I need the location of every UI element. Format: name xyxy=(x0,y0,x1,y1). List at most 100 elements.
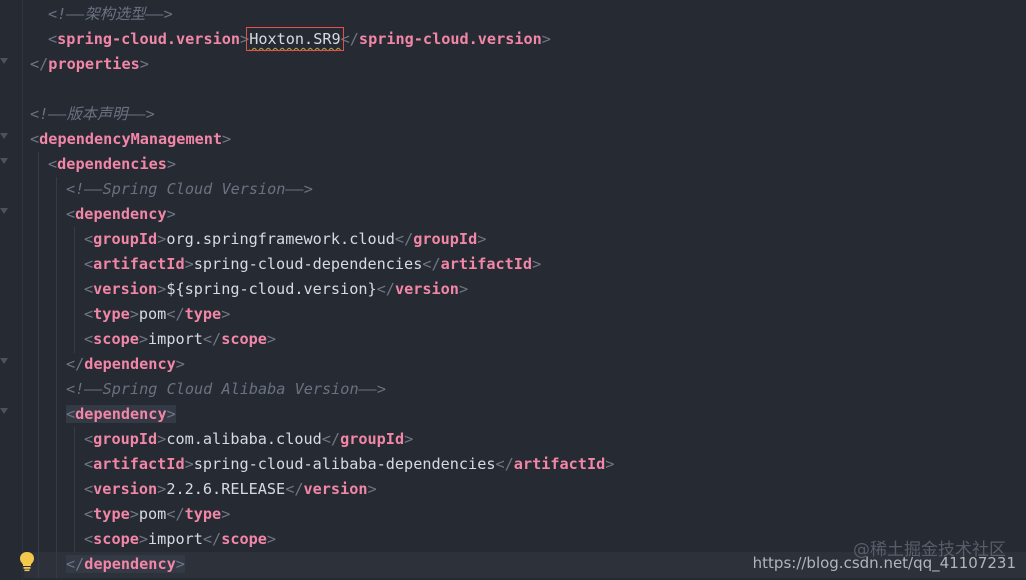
tag-name: dependency xyxy=(75,205,167,223)
tag-bracket: > xyxy=(404,430,414,448)
close-tag: </dependency> xyxy=(66,555,185,573)
open-tag: <dependency> xyxy=(66,405,176,423)
code-line[interactable]: <version>${spring-cloud.version}</versio… xyxy=(84,277,468,302)
tag-bracket: > xyxy=(222,130,232,148)
tag-name: type xyxy=(93,305,130,323)
xml-comment: <!——Spring Cloud Alibaba Version——> xyxy=(66,380,387,398)
code-line[interactable]: <type>pom</type> xyxy=(84,502,230,527)
code-line[interactable]: <dependency> xyxy=(66,202,176,227)
fold-arrow-icon[interactable] xyxy=(0,408,8,417)
tag-bracket: </ xyxy=(394,230,414,248)
code-line[interactable]: <version>2.2.6.RELEASE</version> xyxy=(84,477,377,502)
tag-value: ${spring-cloud.version} xyxy=(166,280,377,298)
tag-bracket: </ xyxy=(321,430,341,448)
fold-arrow-icon[interactable] xyxy=(0,58,8,67)
xml-comment: <!——版本声明——> xyxy=(30,105,155,123)
tag-bracket: > xyxy=(240,30,250,48)
tag-value: spring-cloud-dependencies xyxy=(193,255,423,273)
fold-arrow-icon[interactable] xyxy=(0,358,8,367)
tag-name: artifactId xyxy=(93,255,185,273)
code-line[interactable]: <!——Spring Cloud Version——> xyxy=(66,177,313,202)
tag-bracket: > xyxy=(138,530,149,548)
fold-arrow-icon[interactable] xyxy=(0,158,8,167)
tag-name: spring-cloud.version xyxy=(358,30,542,48)
code-line[interactable]: <artifactId>spring-cloud-dependencies</a… xyxy=(84,252,541,277)
code-line[interactable]: <scope>import</scope> xyxy=(84,327,276,352)
tag-name: type xyxy=(184,305,222,323)
tag-name: dependency xyxy=(84,555,176,573)
tag-bracket: > xyxy=(266,330,277,348)
tag-bracket: > xyxy=(129,305,139,323)
open-tag: <dependencyManagement> xyxy=(30,130,231,148)
tag-value: pom xyxy=(138,505,167,523)
tag-value: com.alibaba.cloud xyxy=(166,430,322,448)
tag-bracket: </ xyxy=(166,305,185,323)
code-line[interactable]: <dependency> xyxy=(66,402,176,427)
editor-gutter xyxy=(0,0,22,580)
code-line[interactable]: <dependencies> xyxy=(48,152,176,177)
tag-name: dependencies xyxy=(57,155,167,173)
tag-bracket: > xyxy=(367,480,377,498)
code-line[interactable]: </dependency> xyxy=(66,352,185,377)
tag-bracket: < xyxy=(84,330,94,348)
code-line[interactable]: </properties> xyxy=(30,52,149,77)
code-line[interactable]: <spring-cloud.version>Hoxton.SR9</spring… xyxy=(48,27,551,52)
code-line[interactable]: <!——版本声明——> xyxy=(30,102,155,127)
indent-guide xyxy=(56,177,57,578)
tag-bracket: > xyxy=(157,230,167,248)
tag-bracket: </ xyxy=(30,55,49,73)
tag-bracket: < xyxy=(84,505,94,523)
tag-name: type xyxy=(93,505,130,523)
tag-name: artifactId xyxy=(93,455,185,473)
tag-bracket: </ xyxy=(66,555,85,573)
tag-name: groupId xyxy=(93,230,158,248)
tag-bracket: < xyxy=(84,455,94,473)
fold-arrow-icon[interactable] xyxy=(0,208,8,217)
tag-name: version xyxy=(93,280,158,298)
fold-arrow-icon[interactable] xyxy=(0,133,8,142)
tag-value: spring-cloud-alibaba-dependencies xyxy=(193,455,496,473)
code-line[interactable]: <groupId>org.springframework.cloud</grou… xyxy=(84,227,486,252)
code-line[interactable]: <groupId>com.alibaba.cloud</groupId> xyxy=(84,427,413,452)
tag-value: org.springframework.cloud xyxy=(166,230,395,248)
tag-bracket: </ xyxy=(202,530,222,548)
lightbulb-icon[interactable] xyxy=(18,550,36,572)
code-line[interactable]: <artifactId > spring-cloud-alibaba-depende… xyxy=(84,452,614,477)
tag-bracket: > xyxy=(157,280,167,298)
tag-bracket: < xyxy=(84,255,94,273)
code-line[interactable]: <!——Spring Cloud Alibaba Version——> xyxy=(66,377,386,402)
tag-bracket: < xyxy=(48,155,58,173)
tag-name: dependency xyxy=(75,405,167,423)
tag-bracket: > xyxy=(221,305,231,323)
tag-name: version xyxy=(93,480,158,498)
tag-bracket: > xyxy=(458,280,469,298)
indent-guide xyxy=(74,427,75,553)
close-tag: </properties> xyxy=(30,55,149,73)
tag-name: scope xyxy=(221,530,267,548)
tag-bracket: > xyxy=(166,155,177,173)
tag-name: properties xyxy=(48,55,140,73)
tag-bracket: < xyxy=(66,405,76,423)
tag-name: scope xyxy=(93,330,139,348)
code-line[interactable]: <dependencyManagement> xyxy=(30,127,231,152)
close-tag: </dependency> xyxy=(66,355,185,373)
code-line[interactable]: </dependency> xyxy=(66,552,185,577)
code-line[interactable]: <type>pom</type> xyxy=(84,302,230,327)
tag-bracket: </ xyxy=(66,355,85,373)
code-line[interactable]: <scope>import</scope> xyxy=(84,527,276,552)
tag-bracket: < xyxy=(84,480,94,498)
tag-name: type xyxy=(184,505,222,523)
highlighted-version-value: Hoxton.SR9 xyxy=(246,27,344,51)
tag-name: groupId xyxy=(340,430,405,448)
tag-name: groupId xyxy=(413,230,478,248)
tag-bracket: > xyxy=(166,405,176,423)
tag-bracket: > xyxy=(266,530,277,548)
tag-bracket: > xyxy=(138,330,149,348)
tag-name: version xyxy=(394,280,459,298)
tag-bracket: > xyxy=(605,455,615,473)
tag-value: pom xyxy=(138,305,167,323)
indent-guide xyxy=(74,227,75,353)
code-line[interactable]: <!——架构选型——> xyxy=(48,2,173,27)
tag-bracket: > xyxy=(157,430,167,448)
tag-value: import xyxy=(148,330,203,348)
